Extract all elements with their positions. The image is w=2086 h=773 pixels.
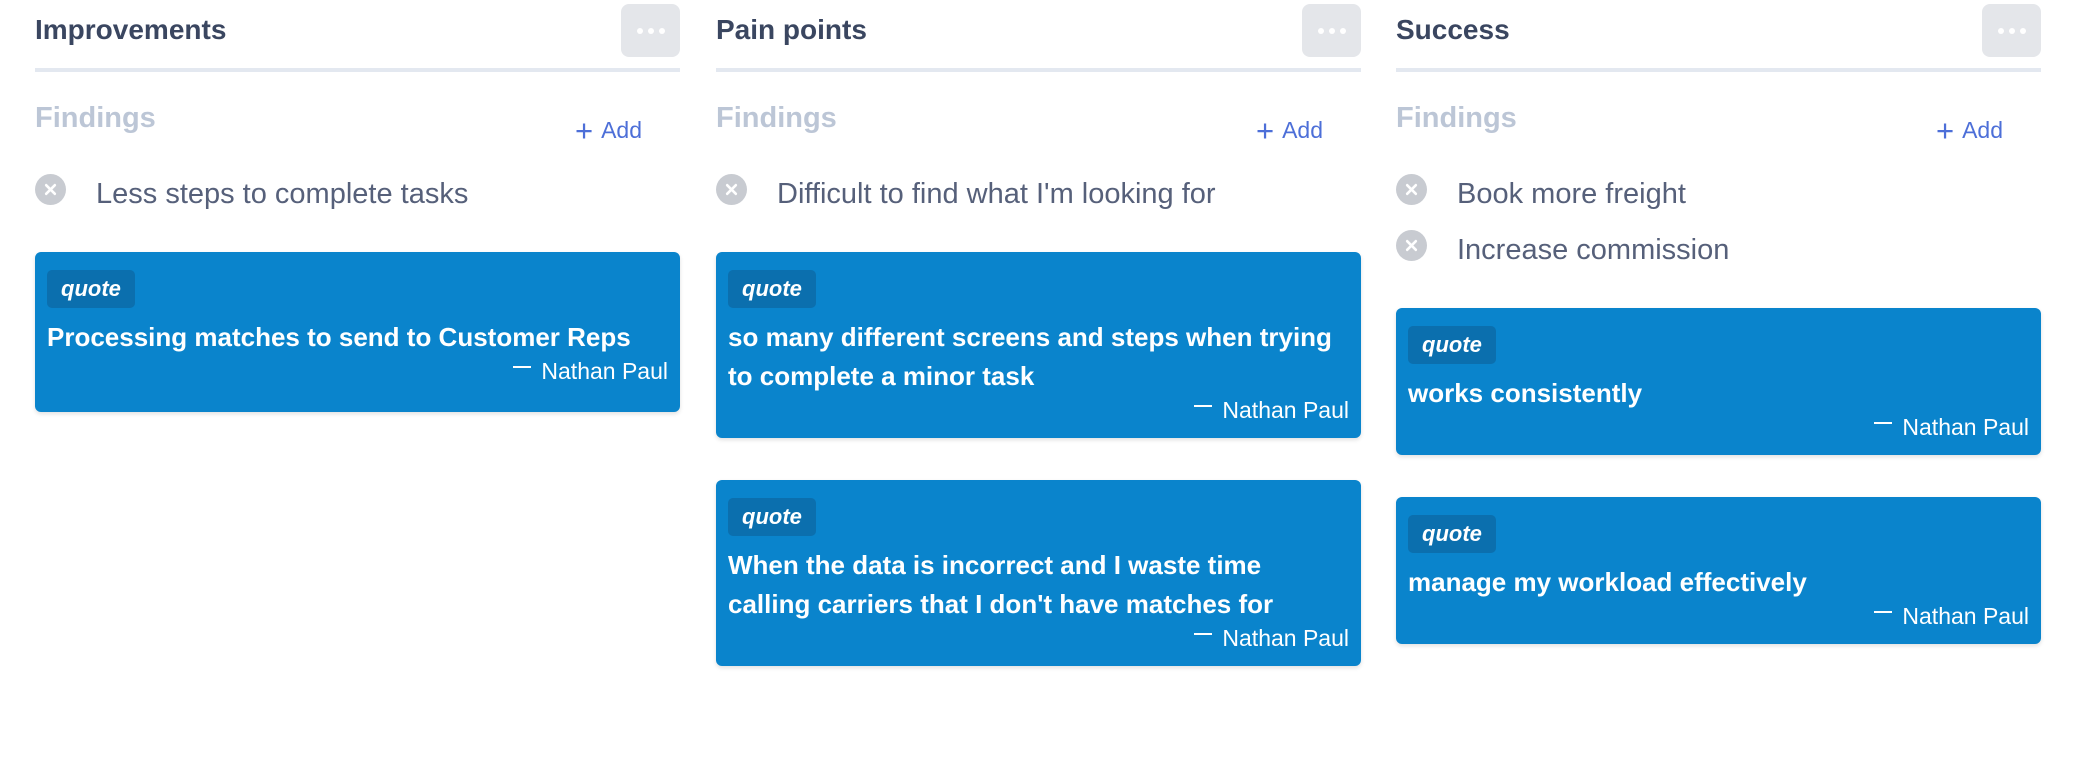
column-improvements: Improvements Findings + Add Less steps to… — [35, 0, 680, 412]
finding-text: Book more freight — [1457, 178, 1686, 210]
finding-item: Difficult to find what I'm looking for — [716, 168, 1361, 224]
findings-label: Findings — [35, 102, 156, 134]
finding-item: Increase commission — [1396, 224, 2041, 280]
findings-header: Findings + Add — [35, 72, 680, 162]
quote-tag: quote — [728, 498, 816, 536]
more-options-button[interactable] — [1982, 4, 2041, 57]
add-finding-button[interactable]: + Add — [574, 112, 642, 148]
quote-tag: quote — [728, 270, 816, 308]
quote-tag: quote — [1408, 326, 1496, 364]
findings-label: Findings — [716, 102, 837, 134]
more-icon — [636, 27, 643, 34]
more-options-button[interactable] — [1302, 4, 1361, 57]
plus-icon: + — [1255, 112, 1275, 148]
more-icon — [1317, 27, 1324, 34]
plus-icon: + — [1935, 112, 1955, 148]
quote-tag: quote — [1408, 515, 1496, 553]
more-icon — [1997, 27, 2004, 34]
column-header: Improvements — [35, 0, 680, 72]
quote-text: works consistently — [1408, 378, 1643, 408]
quote-text: manage my workload effectively — [1408, 567, 1807, 597]
add-finding-button[interactable]: + Add — [1935, 112, 2003, 148]
quote-tag: quote — [47, 270, 135, 308]
quote-card[interactable]: quote manage my workload effectively Nat… — [1396, 497, 2041, 644]
quote-text: so many different screens and steps when… — [728, 322, 1332, 391]
finding-text: Increase commission — [1457, 234, 1730, 266]
finding-text: Less steps to complete tasks — [96, 178, 469, 210]
quote-author: Nathan Paul — [728, 396, 1349, 424]
remove-finding-icon[interactable] — [716, 174, 747, 205]
add-finding-button[interactable]: + Add — [1255, 112, 1323, 148]
quote-card[interactable]: quote Processing matches to send to Cust… — [35, 252, 680, 412]
quote-card[interactable]: quote When the data is incorrect and I w… — [716, 480, 1361, 666]
quote-card[interactable]: quote so many different screens and step… — [716, 252, 1361, 438]
more-options-button[interactable] — [621, 4, 680, 57]
finding-text: Difficult to find what I'm looking for — [777, 178, 1216, 210]
quote-text: Processing matches to send to Customer R… — [47, 322, 631, 352]
column-title: Improvements — [35, 14, 227, 45]
column-title: Success — [1396, 14, 1510, 45]
findings-header: Findings + Add — [1396, 72, 2041, 162]
column-title: Pain points — [716, 14, 867, 45]
quote-author: Nathan Paul — [47, 357, 668, 385]
quote-author: Nathan Paul — [1408, 413, 2029, 441]
dash-icon — [1874, 610, 1893, 613]
finding-item: Less steps to complete tasks — [35, 168, 680, 224]
dash-icon — [1194, 632, 1213, 635]
column-pain-points: Pain points Findings + Add Difficult to f… — [716, 0, 1361, 666]
findings-header: Findings + Add — [716, 72, 1361, 162]
column-success: Success Findings + Add Book more freight … — [1396, 0, 2041, 644]
dash-icon — [1194, 404, 1213, 407]
add-label: Add — [1282, 117, 1323, 143]
plus-icon: + — [574, 112, 594, 148]
quote-author: Nathan Paul — [1408, 602, 2029, 630]
quote-card[interactable]: quote works consistently Nathan Paul — [1396, 308, 2041, 455]
findings-label: Findings — [1396, 102, 1517, 134]
quote-author: Nathan Paul — [728, 624, 1349, 652]
column-header: Success — [1396, 0, 2041, 72]
add-label: Add — [601, 117, 642, 143]
finding-item: Book more freight — [1396, 168, 2041, 224]
remove-finding-icon[interactable] — [1396, 174, 1427, 205]
remove-finding-icon[interactable] — [35, 174, 66, 205]
quote-text: When the data is incorrect and I waste t… — [728, 550, 1274, 619]
remove-finding-icon[interactable] — [1396, 230, 1427, 261]
dash-icon — [1874, 421, 1893, 424]
add-label: Add — [1962, 117, 2003, 143]
column-header: Pain points — [716, 0, 1361, 72]
dash-icon — [513, 365, 532, 368]
